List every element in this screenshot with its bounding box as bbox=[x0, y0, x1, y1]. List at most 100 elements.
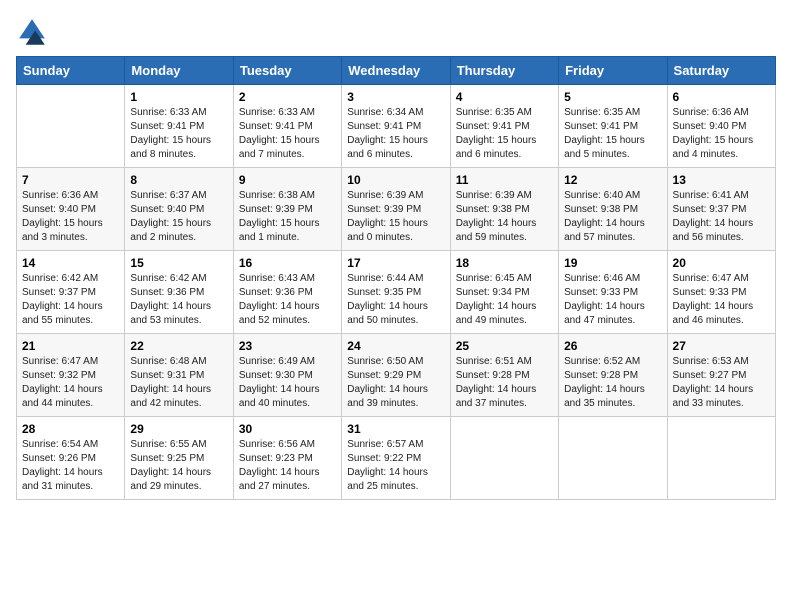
day-info: Sunrise: 6:45 AM Sunset: 9:34 PM Dayligh… bbox=[456, 272, 553, 328]
day-info: Sunrise: 6:35 AM Sunset: 9:41 PM Dayligh… bbox=[564, 106, 661, 162]
day-info: Sunrise: 6:36 AM Sunset: 9:40 PM Dayligh… bbox=[22, 189, 119, 245]
day-info: Sunrise: 6:47 AM Sunset: 9:32 PM Dayligh… bbox=[22, 355, 119, 411]
day-info: Sunrise: 6:51 AM Sunset: 9:28 PM Dayligh… bbox=[456, 355, 553, 411]
col-header-saturday: Saturday bbox=[667, 57, 775, 85]
day-info: Sunrise: 6:52 AM Sunset: 9:28 PM Dayligh… bbox=[564, 355, 661, 411]
day-number: 15 bbox=[130, 256, 227, 270]
day-info: Sunrise: 6:36 AM Sunset: 9:40 PM Dayligh… bbox=[673, 106, 770, 162]
calendar-cell: 21 Sunrise: 6:47 AM Sunset: 9:32 PM Dayli… bbox=[17, 334, 125, 417]
calendar-cell: 24 Sunrise: 6:50 AM Sunset: 9:29 PM Dayli… bbox=[342, 334, 450, 417]
day-number: 22 bbox=[130, 339, 227, 353]
day-info: Sunrise: 6:42 AM Sunset: 9:36 PM Dayligh… bbox=[130, 272, 227, 328]
calendar-week-2: 14Sunrise: 6:42 AM Sunset: 9:37 PM Dayli… bbox=[17, 251, 776, 334]
calendar-cell: 14Sunrise: 6:42 AM Sunset: 9:37 PM Dayli… bbox=[17, 251, 125, 334]
day-number: 26 bbox=[564, 339, 661, 353]
calendar-cell: 13 Sunrise: 6:41 AM Sunset: 9:37 PM Dayli… bbox=[667, 168, 775, 251]
calendar-cell: 10 Sunrise: 6:39 AM Sunset: 9:39 PM Dayli… bbox=[342, 168, 450, 251]
calendar-cell: 30 Sunrise: 6:56 AM Sunset: 9:23 PM Dayli… bbox=[233, 417, 341, 500]
day-info: Sunrise: 6:40 AM Sunset: 9:38 PM Dayligh… bbox=[564, 189, 661, 245]
day-info: Sunrise: 6:33 AM Sunset: 9:41 PM Dayligh… bbox=[130, 106, 227, 162]
day-info: Sunrise: 6:49 AM Sunset: 9:30 PM Dayligh… bbox=[239, 355, 336, 411]
col-header-wednesday: Wednesday bbox=[342, 57, 450, 85]
calendar-cell: 26 Sunrise: 6:52 AM Sunset: 9:28 PM Dayli… bbox=[559, 334, 667, 417]
day-number: 8 bbox=[130, 173, 227, 187]
day-info: Sunrise: 6:41 AM Sunset: 9:37 PM Dayligh… bbox=[673, 189, 770, 245]
day-info: Sunrise: 6:43 AM Sunset: 9:36 PM Dayligh… bbox=[239, 272, 336, 328]
day-info: Sunrise: 6:39 AM Sunset: 9:39 PM Dayligh… bbox=[347, 189, 444, 245]
col-header-monday: Monday bbox=[125, 57, 233, 85]
calendar-cell: 3Sunrise: 6:34 AM Sunset: 9:41 PM Daylig… bbox=[342, 85, 450, 168]
day-number: 24 bbox=[347, 339, 444, 353]
calendar-cell: 31Sunrise: 6:57 AM Sunset: 9:22 PM Dayli… bbox=[342, 417, 450, 500]
day-info: Sunrise: 6:56 AM Sunset: 9:23 PM Dayligh… bbox=[239, 438, 336, 494]
day-info: Sunrise: 6:33 AM Sunset: 9:41 PM Dayligh… bbox=[239, 106, 336, 162]
day-info: Sunrise: 6:37 AM Sunset: 9:40 PM Dayligh… bbox=[130, 189, 227, 245]
calendar-cell: 5 Sunrise: 6:35 AM Sunset: 9:41 PM Daylig… bbox=[559, 85, 667, 168]
day-number: 29 bbox=[130, 422, 227, 436]
day-info: Sunrise: 6:54 AM Sunset: 9:26 PM Dayligh… bbox=[22, 438, 119, 494]
day-number: 1 bbox=[130, 90, 227, 104]
calendar-week-3: 21 Sunrise: 6:47 AM Sunset: 9:32 PM Dayli… bbox=[17, 334, 776, 417]
calendar-week-1: 7 Sunrise: 6:36 AM Sunset: 9:40 PM Daylig… bbox=[17, 168, 776, 251]
day-info: Sunrise: 6:39 AM Sunset: 9:38 PM Dayligh… bbox=[456, 189, 553, 245]
day-number: 11 bbox=[456, 173, 553, 187]
calendar-cell bbox=[667, 417, 775, 500]
day-info: Sunrise: 6:47 AM Sunset: 9:33 PM Dayligh… bbox=[673, 272, 770, 328]
calendar-cell: 7 Sunrise: 6:36 AM Sunset: 9:40 PM Daylig… bbox=[17, 168, 125, 251]
calendar-cell: 2Sunrise: 6:33 AM Sunset: 9:41 PM Daylig… bbox=[233, 85, 341, 168]
logo-icon bbox=[16, 16, 48, 48]
day-number: 5 bbox=[564, 90, 661, 104]
day-info: Sunrise: 6:44 AM Sunset: 9:35 PM Dayligh… bbox=[347, 272, 444, 328]
calendar-cell: 19 Sunrise: 6:46 AM Sunset: 9:33 PM Dayli… bbox=[559, 251, 667, 334]
day-number: 10 bbox=[347, 173, 444, 187]
day-number: 17 bbox=[347, 256, 444, 270]
calendar-cell: 27 Sunrise: 6:53 AM Sunset: 9:27 PM Dayli… bbox=[667, 334, 775, 417]
calendar-cell: 1 Sunrise: 6:33 AM Sunset: 9:41 PM Daylig… bbox=[125, 85, 233, 168]
day-info: Sunrise: 6:46 AM Sunset: 9:33 PM Dayligh… bbox=[564, 272, 661, 328]
day-number: 7 bbox=[22, 173, 119, 187]
day-number: 20 bbox=[673, 256, 770, 270]
calendar-cell: 23 Sunrise: 6:49 AM Sunset: 9:30 PM Dayli… bbox=[233, 334, 341, 417]
day-info: Sunrise: 6:38 AM Sunset: 9:39 PM Dayligh… bbox=[239, 189, 336, 245]
calendar-cell: 9 Sunrise: 6:38 AM Sunset: 9:39 PM Daylig… bbox=[233, 168, 341, 251]
calendar-cell: 12 Sunrise: 6:40 AM Sunset: 9:38 PM Dayli… bbox=[559, 168, 667, 251]
calendar-cell bbox=[559, 417, 667, 500]
day-info: Sunrise: 6:35 AM Sunset: 9:41 PM Dayligh… bbox=[456, 106, 553, 162]
calendar-cell: 28 Sunrise: 6:54 AM Sunset: 9:26 PM Dayli… bbox=[17, 417, 125, 500]
calendar-cell: 6 Sunrise: 6:36 AM Sunset: 9:40 PM Daylig… bbox=[667, 85, 775, 168]
col-header-friday: Friday bbox=[559, 57, 667, 85]
day-number: 23 bbox=[239, 339, 336, 353]
day-number: 21 bbox=[22, 339, 119, 353]
calendar-cell bbox=[450, 417, 558, 500]
calendar-cell: 20 Sunrise: 6:47 AM Sunset: 9:33 PM Dayli… bbox=[667, 251, 775, 334]
day-number: 27 bbox=[673, 339, 770, 353]
day-number: 14 bbox=[22, 256, 119, 270]
day-number: 9 bbox=[239, 173, 336, 187]
logo bbox=[16, 16, 52, 48]
calendar-cell: 16 Sunrise: 6:43 AM Sunset: 9:36 PM Dayli… bbox=[233, 251, 341, 334]
calendar-cell: 11 Sunrise: 6:39 AM Sunset: 9:38 PM Dayli… bbox=[450, 168, 558, 251]
day-info: Sunrise: 6:57 AM Sunset: 9:22 PM Dayligh… bbox=[347, 438, 444, 494]
day-number: 19 bbox=[564, 256, 661, 270]
day-info: Sunrise: 6:53 AM Sunset: 9:27 PM Dayligh… bbox=[673, 355, 770, 411]
calendar-header: SundayMondayTuesdayWednesdayThursdayFrid… bbox=[17, 57, 776, 85]
calendar-cell: 18 Sunrise: 6:45 AM Sunset: 9:34 PM Dayli… bbox=[450, 251, 558, 334]
calendar-week-4: 28 Sunrise: 6:54 AM Sunset: 9:26 PM Dayli… bbox=[17, 417, 776, 500]
day-number: 13 bbox=[673, 173, 770, 187]
page-header bbox=[16, 16, 776, 48]
calendar-cell: 25Sunrise: 6:51 AM Sunset: 9:28 PM Dayli… bbox=[450, 334, 558, 417]
col-header-thursday: Thursday bbox=[450, 57, 558, 85]
calendar-cell: 22 Sunrise: 6:48 AM Sunset: 9:31 PM Dayli… bbox=[125, 334, 233, 417]
day-number: 30 bbox=[239, 422, 336, 436]
day-number: 28 bbox=[22, 422, 119, 436]
day-info: Sunrise: 6:48 AM Sunset: 9:31 PM Dayligh… bbox=[130, 355, 227, 411]
day-number: 6 bbox=[673, 90, 770, 104]
day-number: 18 bbox=[456, 256, 553, 270]
calendar-table: SundayMondayTuesdayWednesdayThursdayFrid… bbox=[16, 56, 776, 500]
calendar-cell: 4 Sunrise: 6:35 AM Sunset: 9:41 PM Daylig… bbox=[450, 85, 558, 168]
day-number: 4 bbox=[456, 90, 553, 104]
day-info: Sunrise: 6:55 AM Sunset: 9:25 PM Dayligh… bbox=[130, 438, 227, 494]
day-info: Sunrise: 6:50 AM Sunset: 9:29 PM Dayligh… bbox=[347, 355, 444, 411]
day-number: 12 bbox=[564, 173, 661, 187]
day-number: 16 bbox=[239, 256, 336, 270]
